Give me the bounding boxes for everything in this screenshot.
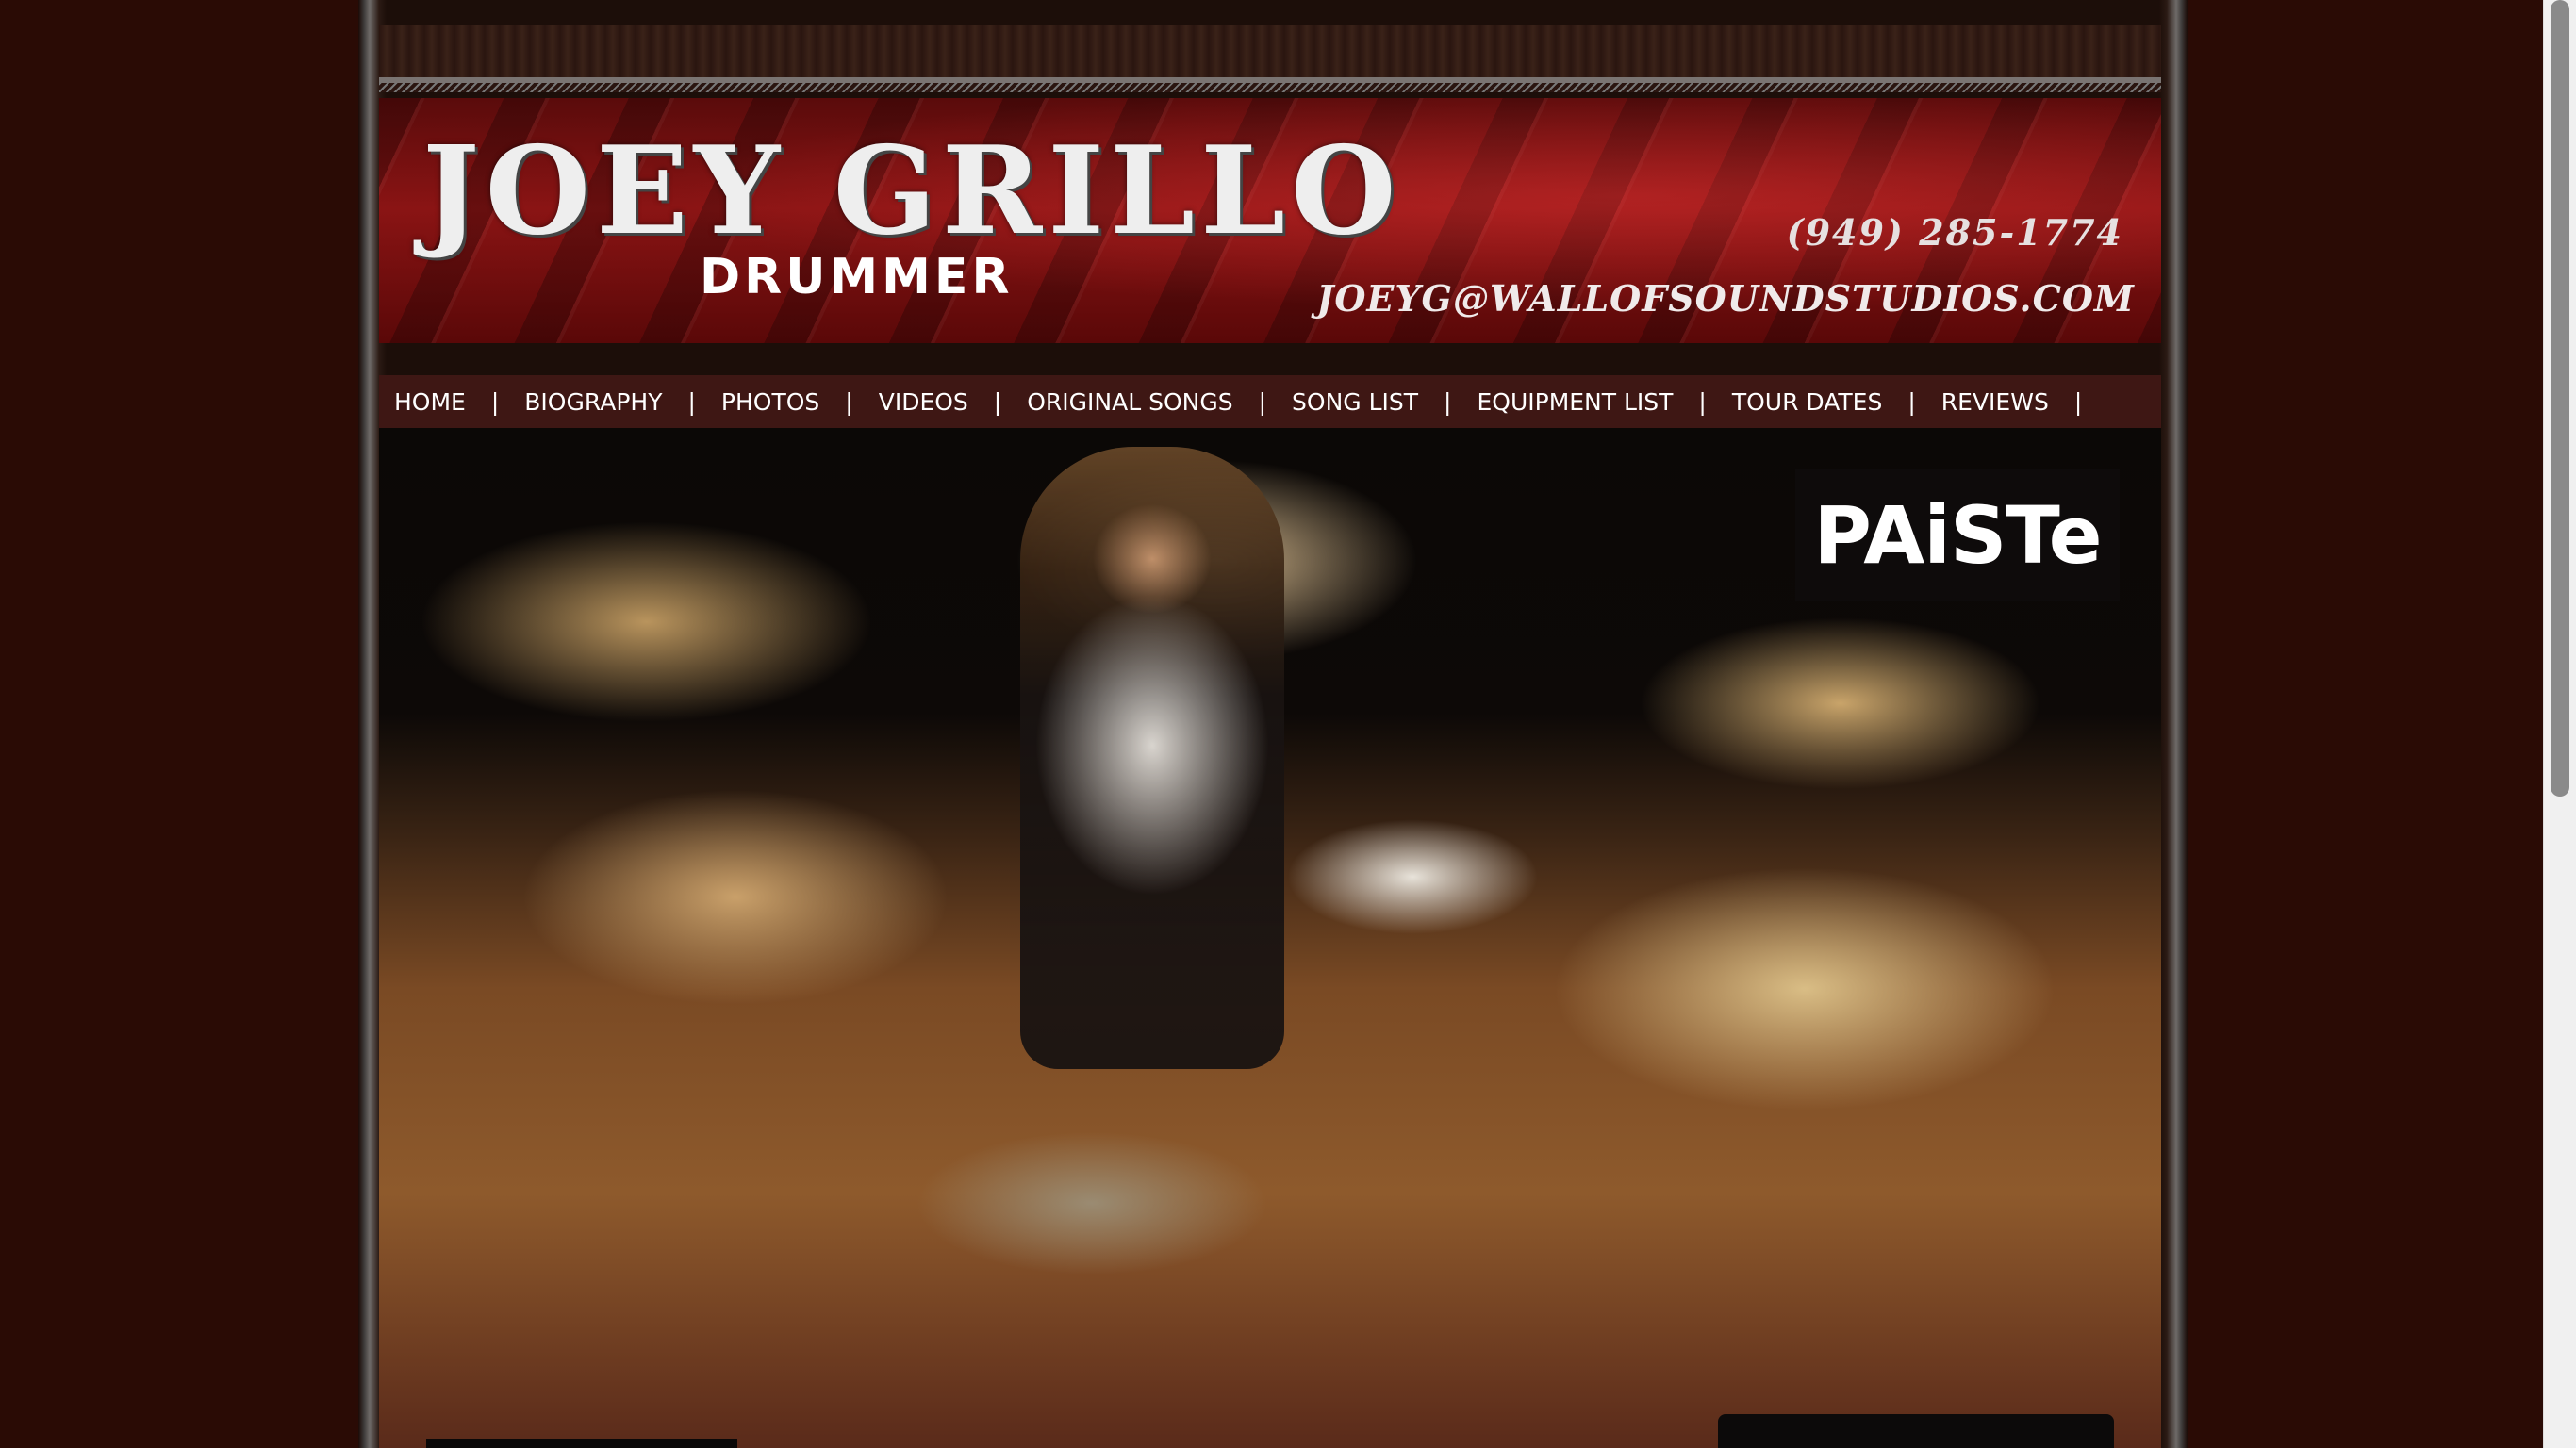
paiste-logo-text: PAiSTe	[1813, 489, 2102, 582]
nav-separator: |	[1258, 387, 1267, 416]
email-address: JOEYG@WALLOFSOUNDSTUDIOS.COM	[1316, 277, 2135, 320]
main-navigation: HOME | BIOGRAPHY | PHOTOS | VIDEOS | ORI…	[379, 375, 2161, 428]
nav-item-videos[interactable]: VIDEOS	[879, 388, 968, 416]
nav-separator: |	[490, 387, 500, 416]
sponsor-logo-badge	[1718, 1414, 2114, 1448]
paiste-logo: PAiSTe	[1795, 469, 2120, 601]
hero-photo: PAiSTe	[379, 428, 2161, 1448]
nav-separator: |	[1907, 387, 1916, 416]
nav-separator: |	[2073, 387, 2083, 416]
nav-item-song-list[interactable]: SONG LIST	[1292, 388, 1418, 416]
nav-separator: |	[845, 387, 853, 416]
decorative-top-strip	[379, 25, 2161, 92]
nav-item-reviews[interactable]: REVIEWS	[1941, 388, 2049, 416]
page-frame: JOEY GRILLO DRUMMER (949) 285-1774 JOEYG…	[358, 0, 2188, 1448]
scrollbar-thumb[interactable]	[2551, 0, 2569, 797]
site-title: JOEY GRILLO	[422, 121, 1402, 262]
nav-separator: |	[687, 387, 696, 416]
nav-item-home[interactable]: HOME	[394, 388, 466, 416]
nav-item-biography[interactable]: BIOGRAPHY	[524, 388, 662, 416]
nav-item-tour-dates[interactable]: TOUR DATES	[1732, 388, 1882, 416]
site-subtitle: DRUMMER	[700, 249, 1014, 305]
nav-item-photos[interactable]: PHOTOS	[721, 388, 819, 416]
nav-separator: |	[993, 387, 1002, 416]
vertical-scrollbar[interactable]	[2543, 0, 2576, 1448]
drummer-figure	[1020, 447, 1284, 1069]
nav-item-equipment-list[interactable]: EQUIPMENT LIST	[1477, 388, 1673, 416]
nav-separator: |	[1698, 387, 1707, 416]
phone-number: (949) 285-1774	[1786, 211, 2123, 254]
sponsor-logo-badge	[426, 1439, 737, 1448]
nav-separator: |	[1444, 387, 1452, 416]
header-banner: JOEY GRILLO DRUMMER (949) 285-1774 JOEYG…	[379, 98, 2161, 343]
nav-item-original-songs[interactable]: ORIGINAL SONGS	[1027, 388, 1232, 416]
